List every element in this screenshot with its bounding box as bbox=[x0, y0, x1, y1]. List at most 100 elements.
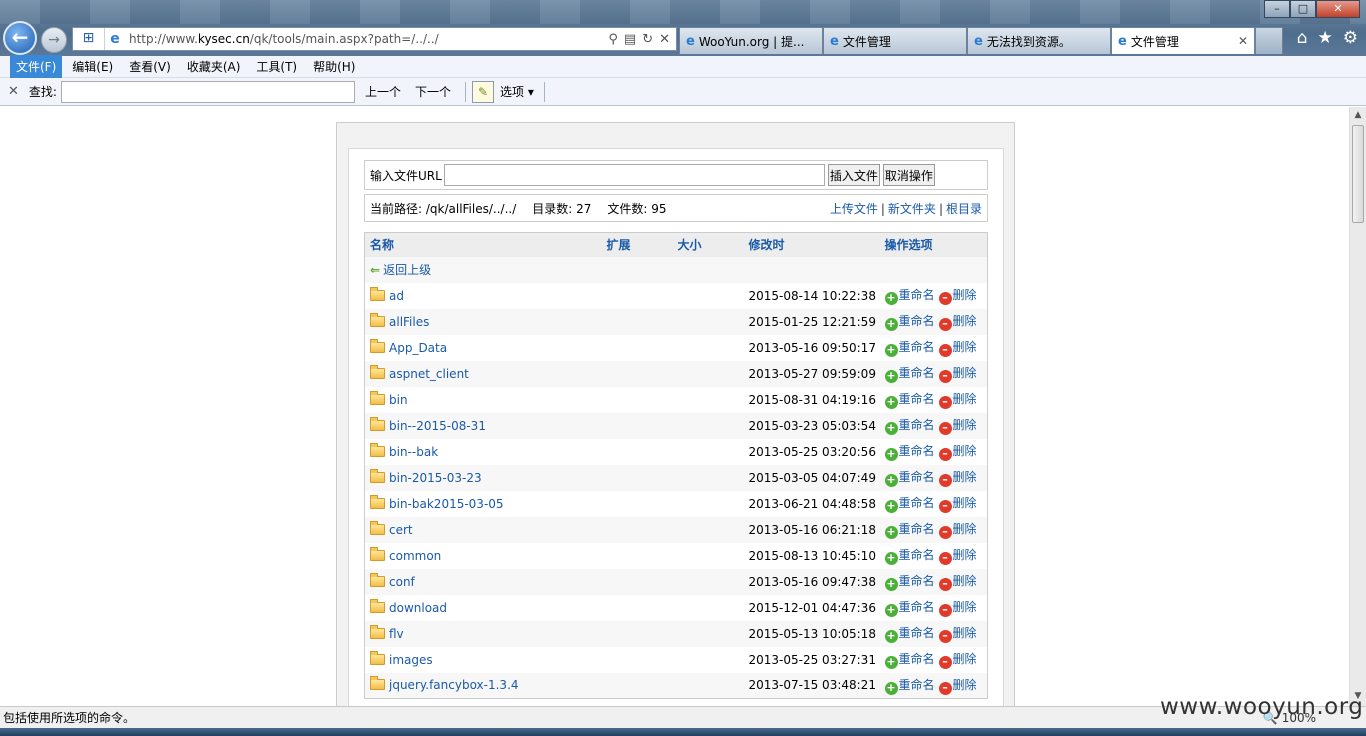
stop-icon[interactable]: ✕ bbox=[659, 32, 670, 47]
folder-link[interactable]: conf bbox=[389, 575, 415, 589]
tab-wooyun[interactable]: e WooYun.org | 提... bbox=[679, 27, 823, 54]
root-dir-link[interactable]: 根目录 bbox=[946, 202, 982, 216]
col-size[interactable]: 大小 bbox=[672, 232, 744, 257]
delete-minus-icon[interactable]: – bbox=[938, 656, 952, 669]
delete-minus-icon[interactable]: – bbox=[938, 604, 952, 617]
menu-help[interactable]: 帮助(H) bbox=[307, 55, 361, 78]
delete-link[interactable]: 删除 bbox=[953, 470, 977, 484]
rename-plus-icon[interactable]: + bbox=[884, 656, 898, 669]
rename-link[interactable]: 重命名 bbox=[899, 626, 935, 640]
tab-file-manager-active[interactable]: e 文件管理 ✕ bbox=[1111, 27, 1255, 54]
delete-link[interactable]: 删除 bbox=[953, 392, 977, 406]
rename-link[interactable]: 重命名 bbox=[899, 600, 935, 614]
folder-link[interactable]: ad bbox=[389, 289, 404, 303]
tab-file-manager-1[interactable]: e 文件管理 bbox=[823, 27, 967, 54]
folder-link[interactable]: allFiles bbox=[389, 315, 429, 329]
menu-edit[interactable]: 编辑(E) bbox=[66, 55, 119, 78]
folder-link[interactable]: jquery.fancybox-1.3.4 bbox=[389, 678, 519, 692]
cancel-operation-button[interactable]: 取消操作 bbox=[882, 164, 935, 186]
folder-link[interactable]: bin bbox=[389, 393, 408, 407]
folder-link[interactable]: bin--bak bbox=[389, 445, 438, 459]
folder-link[interactable]: bin--2015-08-31 bbox=[389, 419, 486, 433]
rename-link[interactable]: 重命名 bbox=[899, 574, 935, 588]
scroll-up-icon[interactable]: ▲ bbox=[1352, 110, 1364, 122]
col-name[interactable]: 名称 bbox=[364, 232, 602, 257]
rename-plus-icon[interactable]: + bbox=[884, 448, 898, 461]
rename-plus-icon[interactable]: + bbox=[884, 604, 898, 617]
col-ext[interactable]: 扩展 bbox=[601, 232, 673, 257]
delete-link[interactable]: 删除 bbox=[953, 496, 977, 510]
delete-minus-icon[interactable]: – bbox=[938, 318, 952, 331]
rename-link[interactable]: 重命名 bbox=[899, 288, 935, 302]
rename-plus-icon[interactable]: + bbox=[884, 292, 898, 305]
search-icon[interactable]: ⚲ bbox=[608, 32, 618, 47]
vertical-scrollbar[interactable]: ▲ ▼ bbox=[1349, 107, 1366, 706]
folder-link[interactable]: aspnet_client bbox=[389, 367, 469, 381]
delete-minus-icon[interactable]: – bbox=[938, 681, 952, 695]
delete-minus-icon[interactable]: – bbox=[938, 448, 952, 461]
delete-link[interactable]: 删除 bbox=[953, 314, 977, 328]
close-window-button[interactable]: ✕ bbox=[1316, 0, 1360, 18]
rename-link[interactable]: 重命名 bbox=[899, 366, 935, 380]
address-bar[interactable]: ⊞ e http://www.kysec.cn/qk/tools/main.as… bbox=[72, 27, 677, 51]
delete-link[interactable]: 删除 bbox=[953, 522, 977, 536]
folder-link[interactable]: App_Data bbox=[389, 341, 447, 355]
delete-link[interactable]: 删除 bbox=[953, 652, 977, 666]
rename-link[interactable]: 重命名 bbox=[899, 678, 935, 692]
delete-minus-icon[interactable]: – bbox=[938, 292, 952, 305]
rename-plus-icon[interactable]: + bbox=[884, 526, 898, 539]
rename-link[interactable]: 重命名 bbox=[899, 314, 935, 328]
delete-minus-icon[interactable]: – bbox=[938, 630, 952, 643]
delete-link[interactable]: 删除 bbox=[953, 548, 977, 562]
rename-link[interactable]: 重命名 bbox=[899, 496, 935, 510]
rename-link[interactable]: 重命名 bbox=[899, 522, 935, 536]
delete-link[interactable]: 删除 bbox=[953, 288, 977, 302]
delete-link[interactable]: 删除 bbox=[953, 444, 977, 458]
back-button[interactable]: ← bbox=[3, 21, 37, 55]
col-modified[interactable]: 修改时 bbox=[743, 232, 880, 257]
minimize-button[interactable]: – bbox=[1264, 0, 1290, 18]
add-favorite-icon[interactable]: ⊞ bbox=[73, 28, 105, 50]
address-url[interactable]: http://www.kysec.cn/qk/tools/main.aspx?p… bbox=[125, 32, 608, 46]
find-next-button[interactable]: 下一个 bbox=[415, 83, 451, 100]
rename-plus-icon[interactable]: + bbox=[884, 422, 898, 435]
home-icon[interactable]: ⌂ bbox=[1297, 28, 1308, 48]
rename-link[interactable]: 重命名 bbox=[899, 652, 935, 666]
rename-plus-icon[interactable]: + bbox=[884, 630, 898, 643]
delete-link[interactable]: 删除 bbox=[953, 600, 977, 614]
go-up-link[interactable]: 返回上级 bbox=[383, 263, 431, 277]
rename-link[interactable]: 重命名 bbox=[899, 418, 935, 432]
rename-plus-icon[interactable]: + bbox=[884, 318, 898, 331]
rename-plus-icon[interactable]: + bbox=[884, 370, 898, 383]
rename-plus-icon[interactable]: + bbox=[884, 396, 898, 409]
insert-file-button[interactable]: 插入文件 bbox=[827, 164, 880, 186]
menu-tools[interactable]: 工具(T) bbox=[250, 55, 303, 78]
delete-link[interactable]: 删除 bbox=[953, 340, 977, 354]
delete-minus-icon[interactable]: – bbox=[938, 552, 952, 565]
delete-link[interactable]: 删除 bbox=[953, 574, 977, 588]
delete-minus-icon[interactable]: – bbox=[938, 500, 952, 513]
highlight-pencil-icon[interactable]: ✎ bbox=[471, 80, 494, 103]
close-find-icon[interactable]: ✕ bbox=[8, 84, 19, 99]
rename-plus-icon[interactable]: + bbox=[884, 578, 898, 591]
upload-file-link[interactable]: 上传文件 bbox=[830, 202, 878, 216]
delete-link[interactable]: 删除 bbox=[953, 418, 977, 432]
rename-link[interactable]: 重命名 bbox=[899, 444, 935, 458]
settings-gear-icon[interactable]: ⚙ bbox=[1343, 28, 1358, 48]
folder-link[interactable]: images bbox=[389, 653, 433, 667]
delete-link[interactable]: 删除 bbox=[953, 678, 977, 692]
delete-minus-icon[interactable]: – bbox=[938, 422, 952, 435]
maximize-button[interactable]: □ bbox=[1290, 0, 1316, 18]
rename-plus-icon[interactable]: + bbox=[884, 344, 898, 357]
folder-link[interactable]: cert bbox=[389, 523, 413, 537]
new-folder-link[interactable]: 新文件夹 bbox=[888, 202, 936, 216]
menu-file[interactable]: 文件(F) bbox=[10, 55, 63, 78]
delete-minus-icon[interactable]: – bbox=[938, 396, 952, 409]
scroll-thumb[interactable] bbox=[1352, 125, 1364, 223]
close-tab-icon[interactable]: ✕ bbox=[1238, 34, 1248, 48]
refresh-icon[interactable]: ↻ bbox=[642, 32, 653, 47]
delete-minus-icon[interactable]: – bbox=[938, 578, 952, 591]
compat-view-icon[interactable]: ▤ bbox=[624, 32, 636, 47]
rename-plus-icon[interactable]: + bbox=[884, 474, 898, 487]
rename-plus-icon[interactable]: + bbox=[884, 552, 898, 565]
